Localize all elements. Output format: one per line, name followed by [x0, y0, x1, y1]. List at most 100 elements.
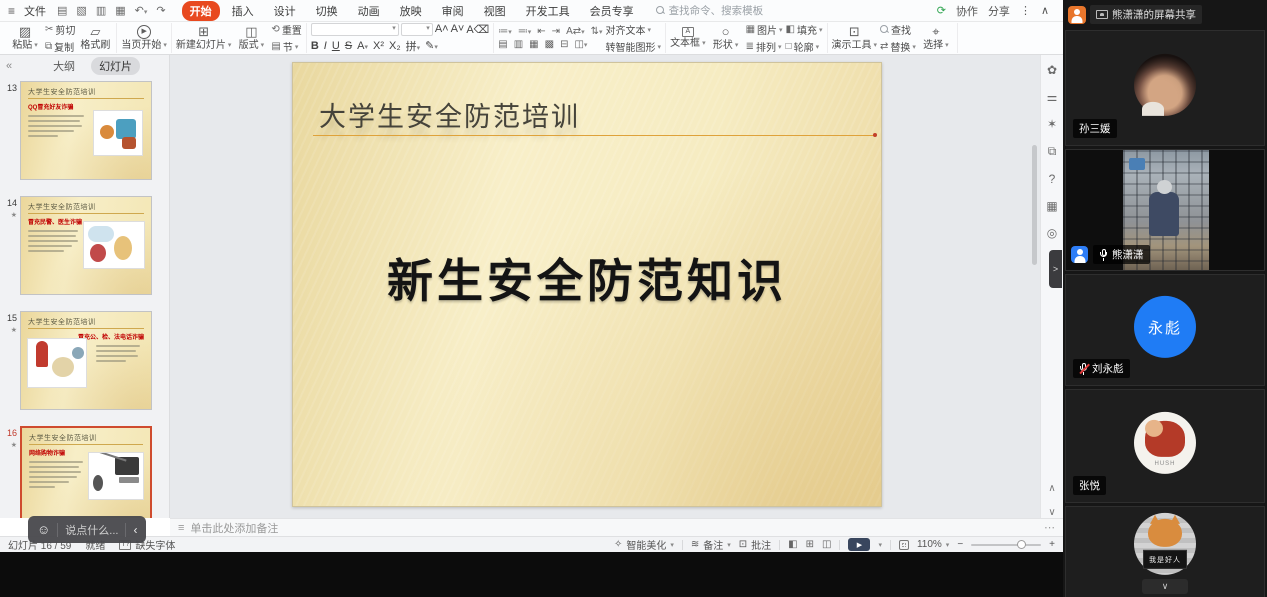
normal-view-button[interactable]: ◧: [788, 539, 797, 550]
columns-button[interactable]: ◫▾: [574, 39, 587, 50]
screen-share-label-chip[interactable]: 熊潇潇的屏幕共享: [1090, 5, 1202, 24]
slide-thumbnail-15[interactable]: 15 ★ 大学生安全防范培训 冒充公、检、法电话诈骗: [4, 311, 163, 410]
tab-animation[interactable]: 动画: [350, 1, 388, 21]
layout-button[interactable]: ◫ 版式▾: [234, 25, 268, 51]
zoom-out-button[interactable]: −: [957, 539, 963, 550]
tab-review[interactable]: 审阅: [434, 1, 472, 21]
align-left-button[interactable]: ▤: [498, 39, 507, 50]
tab-home[interactable]: 开始: [182, 1, 220, 21]
preview-icon[interactable]: ▦: [115, 4, 125, 17]
tab-member[interactable]: 会员专享: [582, 1, 642, 21]
font-name-combobox[interactable]: [311, 23, 399, 36]
replace-button[interactable]: ⇄替换▾: [880, 39, 916, 54]
collapse-chat-icon[interactable]: ‹: [133, 523, 137, 537]
expand-panel-handle[interactable]: >: [1049, 250, 1062, 288]
text-direction-button[interactable]: A⇄▾: [566, 26, 585, 37]
tab-view[interactable]: 视图: [476, 1, 514, 21]
shrink-font-button[interactable]: A˅: [451, 23, 465, 35]
slide-thumbnail-13[interactable]: 13 大学生安全防范培训 QQ冒充好友诈骗: [4, 81, 163, 180]
zoom-slider-knob[interactable]: [1017, 540, 1026, 549]
find-button[interactable]: 查找: [880, 22, 916, 37]
slide-editing-canvas[interactable]: 大学生安全防范培训 新生安全防范知识: [170, 55, 1040, 518]
export-icon[interactable]: ▧: [76, 4, 86, 17]
grow-font-button[interactable]: A˄: [435, 23, 449, 35]
reset-button[interactable]: ⟲重置: [271, 22, 301, 37]
pinyin-button[interactable]: 拼▾: [406, 38, 421, 54]
highlight-button[interactable]: ✎▾: [425, 39, 438, 52]
redo-icon[interactable]: ↷: [156, 4, 165, 17]
font-color-button[interactable]: A▾: [357, 40, 368, 52]
web-panel-icon[interactable]: ◎: [1047, 226, 1057, 240]
play-from-current-button[interactable]: ▶ 当页开始▾: [121, 25, 167, 51]
print-icon[interactable]: ▥: [96, 4, 106, 17]
justify-button[interactable]: ▩: [545, 39, 554, 50]
current-slide[interactable]: 大学生安全防范培训 新生安全防范知识: [292, 62, 882, 507]
fill-button[interactable]: ◧填充▾: [786, 22, 823, 37]
previous-slide-button[interactable]: ∧: [1048, 483, 1055, 494]
cloud-sync-icon[interactable]: ⟳: [937, 4, 946, 17]
slide-thumbnail-14[interactable]: 14 ★ 大学生安全防范培训 冒充民警、医生诈骗: [4, 196, 163, 295]
align-center-button[interactable]: ▥: [514, 39, 523, 50]
italic-button[interactable]: I: [324, 40, 327, 52]
slide-body-text[interactable]: 新生安全防范知识: [293, 245, 881, 311]
tab-insert[interactable]: 插入: [224, 1, 262, 21]
meeting-chat-bar[interactable]: ☺ 说点什么... ‹: [28, 516, 146, 543]
increase-indent-button[interactable]: ⇥: [552, 26, 560, 37]
shape-outline-button[interactable]: □轮廓▾: [786, 39, 823, 54]
fit-to-window-icon[interactable]: [899, 540, 909, 550]
format-painter-button[interactable]: ▱ 格式刷: [78, 25, 112, 51]
slide-sorter-view-button[interactable]: ⊞: [806, 539, 814, 550]
scroll-more-participants-button[interactable]: ∨: [1142, 579, 1188, 594]
tab-outline-view[interactable]: 大纲: [45, 57, 83, 75]
tab-devtools[interactable]: 开发工具: [518, 1, 578, 21]
align-right-button[interactable]: ▦: [529, 39, 538, 50]
slide-thumbnail-16-selected[interactable]: 16 ★ 大学生安全防范培训 网络购物诈骗: [4, 426, 163, 518]
duplicate-panel-icon[interactable]: ⧉: [1048, 144, 1057, 159]
undo-icon[interactable]: ↶▾: [135, 4, 148, 17]
textbox-button[interactable]: A 文本框▾: [670, 27, 706, 49]
picture-button[interactable]: ▦图片▾: [746, 22, 783, 37]
tab-design[interactable]: 设计: [266, 1, 304, 21]
convert-smartart-button[interactable]: 转智能图形▾: [606, 39, 662, 54]
present-tools-button[interactable]: ⊡ 演示工具▾: [832, 25, 878, 51]
numbering-button[interactable]: ≕▾: [518, 26, 532, 37]
comments-button[interactable]: ⊡批注: [739, 537, 771, 552]
beautify-panel-icon[interactable]: ✶: [1047, 117, 1057, 131]
reading-view-button[interactable]: ◫: [822, 539, 831, 550]
zoom-slider[interactable]: [971, 544, 1041, 546]
more-icon[interactable]: ⋮: [1020, 4, 1031, 17]
canvas-scrollbar[interactable]: [1032, 145, 1037, 265]
new-slide-button[interactable]: ⊞ 新建幻灯片▾: [176, 25, 232, 51]
notes-toggle-button[interactable]: ≋备注▾: [691, 537, 731, 552]
cut-button[interactable]: ✂剪切: [45, 22, 75, 37]
command-search[interactable]: 查找命令、搜索模板: [656, 3, 764, 18]
shapes-button[interactable]: ○ 形状▾: [709, 25, 743, 51]
bullets-button[interactable]: ≔▾: [498, 26, 512, 37]
strikethrough-button[interactable]: S: [345, 40, 352, 52]
hamburger-menu-icon[interactable]: ≡: [8, 4, 15, 18]
participant-tile[interactable]: 孙三媛: [1065, 30, 1265, 146]
distribute-button[interactable]: ⊟: [560, 39, 568, 50]
notes-bar[interactable]: ≡ 单击此处添加备注 ⋯: [170, 518, 1063, 536]
smart-beautify-button[interactable]: ✧智能美化▾: [614, 537, 674, 552]
properties-panel-icon[interactable]: ⚌: [1047, 90, 1058, 104]
slide-title-text[interactable]: 大学生安全防范培训: [319, 95, 580, 134]
menu-file[interactable]: 文件: [24, 3, 46, 19]
image-panel-icon[interactable]: ▦: [1046, 199, 1057, 213]
chat-input-placeholder[interactable]: 说点什么...: [65, 522, 118, 538]
arrange-button[interactable]: ≣排列▾: [746, 39, 783, 54]
collapse-panel-button[interactable]: «: [6, 60, 12, 72]
help-panel-icon[interactable]: ?: [1049, 172, 1056, 186]
font-size-combobox[interactable]: [401, 23, 433, 36]
tab-transition[interactable]: 切换: [308, 1, 346, 21]
underline-button[interactable]: U: [332, 40, 340, 52]
bold-button[interactable]: B: [311, 40, 319, 52]
decrease-indent-button[interactable]: ⇤: [537, 26, 545, 37]
clear-format-button[interactable]: A⌫: [466, 23, 489, 36]
align-text-button[interactable]: 对齐文本▾: [606, 22, 662, 37]
notes-more-icon[interactable]: ⋯: [1044, 521, 1055, 534]
zoom-in-button[interactable]: +: [1049, 539, 1055, 550]
slideshow-play-button[interactable]: ▶: [848, 538, 870, 551]
save-icon[interactable]: ▤: [57, 4, 67, 17]
superscript-button[interactable]: X²: [373, 40, 384, 52]
